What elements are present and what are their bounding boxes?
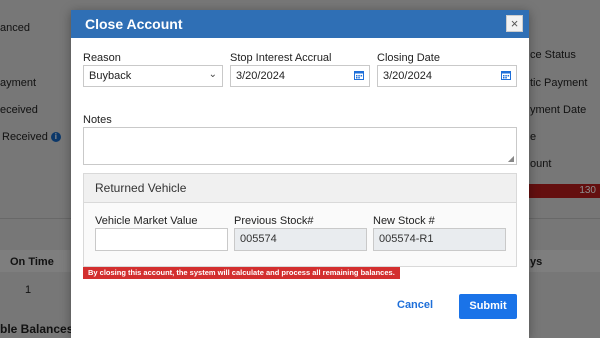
cancel-button[interactable]: Cancel — [397, 299, 433, 311]
vehicle-market-value-label: Vehicle Market Value — [95, 215, 198, 227]
close-account-modal: Close Account × Reason Buyback ⌄ Stop In… — [71, 10, 529, 338]
chevron-down-icon: ⌄ — [208, 69, 217, 80]
stop-interest-date-input[interactable]: 3/20/2024 — [230, 65, 370, 87]
calendar-icon[interactable] — [501, 66, 511, 86]
resize-grip-icon[interactable]: ◢ — [508, 154, 514, 163]
previous-stock-value: 005574 — [240, 233, 277, 245]
returned-vehicle-panel: Returned Vehicle Vehicle Market Value Pr… — [83, 173, 517, 267]
new-stock-label: New Stock # — [373, 215, 435, 227]
previous-stock-label: Previous Stock# — [234, 215, 314, 227]
closing-date-input[interactable]: 3/20/2024 — [377, 65, 517, 87]
vehicle-market-value-input[interactable] — [95, 228, 228, 251]
stop-interest-label: Stop Interest Accrual — [230, 52, 332, 64]
reason-value: Buyback — [89, 70, 132, 82]
modal-title: Close Account — [85, 16, 183, 32]
notes-textarea[interactable]: ◢ — [83, 127, 517, 165]
close-icon: × — [510, 16, 519, 31]
previous-stock-field: 005574 — [234, 228, 367, 251]
closing-date-label: Closing Date — [377, 52, 440, 64]
closing-date-value: 3/20/2024 — [383, 70, 432, 82]
modal-header: Close Account × — [71, 10, 529, 38]
reason-label: Reason — [83, 52, 121, 64]
warning-banner: By closing this account, the system will… — [83, 267, 400, 279]
new-stock-field: 005574-R1 — [373, 228, 506, 251]
submit-button[interactable]: Submit — [459, 294, 517, 319]
close-button[interactable]: × — [506, 15, 523, 32]
stop-interest-value: 3/20/2024 — [236, 70, 285, 82]
new-stock-value: 005574-R1 — [379, 233, 434, 245]
calendar-icon[interactable] — [354, 66, 364, 86]
notes-label: Notes — [83, 114, 112, 126]
returned-vehicle-title: Returned Vehicle — [84, 174, 516, 203]
reason-select[interactable]: Buyback ⌄ — [83, 65, 223, 87]
